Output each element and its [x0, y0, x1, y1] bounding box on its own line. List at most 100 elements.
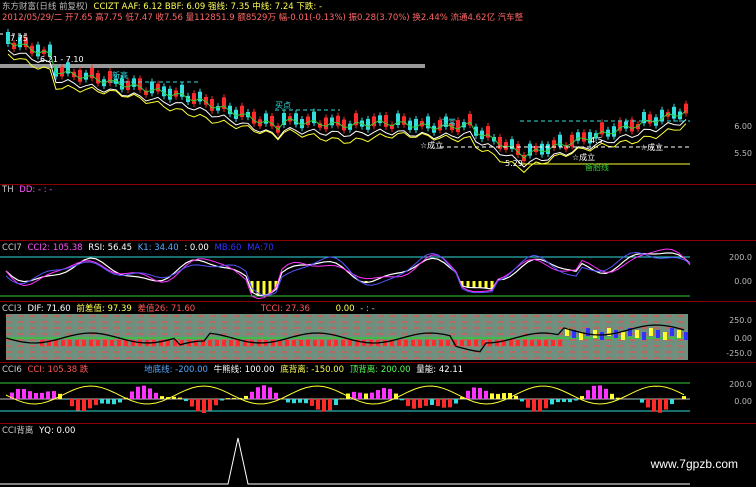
cci6-bar	[28, 391, 32, 399]
cci6-bar	[202, 399, 206, 413]
cci6-bar	[640, 399, 644, 403]
cci6-bar	[352, 391, 356, 399]
cci6-bar	[670, 399, 674, 404]
cci3-blue-bar	[677, 330, 681, 338]
range-label: 6.21 - 7.10	[40, 55, 84, 64]
price-chart-svg[interactable]	[0, 24, 756, 184]
cci6-bar	[16, 388, 20, 399]
cci3-red-bar	[103, 340, 107, 346]
candle-body	[414, 118, 418, 131]
cci6-bar	[334, 399, 338, 405]
cci7-axis-bottom: 0.00	[734, 277, 752, 286]
cci6-bar	[106, 399, 110, 404]
candle-body	[210, 99, 214, 111]
cci6-bar	[496, 393, 500, 399]
cci3-red-bar	[54, 340, 58, 346]
cci6-vol: 量能: 42.11	[416, 365, 464, 375]
annotation-h: ☆成立	[640, 143, 664, 152]
cci6-bar	[586, 390, 590, 399]
candle-body	[156, 83, 160, 92]
candle-body	[240, 105, 244, 118]
cci6-bar	[406, 399, 410, 407]
cci3-red-bar	[313, 340, 317, 346]
cci-divergence-svg[interactable]	[0, 424, 756, 487]
cci3-red-bar	[110, 340, 114, 346]
cci6-bar	[154, 392, 158, 399]
cci6-axis-bottom: 0.00	[734, 397, 752, 406]
cci6-pane[interactable]: CCI6 CCI: 105.38 跌 地底线: -200.00 牛熊线: 100…	[0, 363, 756, 423]
price-chart-pane[interactable]: 7.75 6.21 - 7.10 新高 买点 正常 ☆成立 4.5 5.29 ☆…	[0, 24, 756, 184]
cci3-axis-mid: 0.00	[734, 334, 752, 343]
cci3-red-bar	[460, 340, 464, 346]
cci3-blue-bar	[621, 332, 625, 340]
candle-body	[582, 132, 586, 142]
cci6-bar	[178, 397, 182, 399]
candle-body	[378, 115, 382, 124]
cci7-blue-line	[5, 251, 691, 296]
annotation-c: 正常	[440, 118, 456, 127]
cci6-bar	[322, 399, 326, 412]
cci3-pane[interactable]: CCI3 DIF: 71.60 前差值: 97.39 差值26: 71.60 T…	[0, 302, 756, 362]
cci3-dash: - : -	[360, 304, 375, 314]
cci-divergence-pane[interactable]: CCI背离 YQ: 0.00	[0, 424, 756, 487]
cci6-bar	[184, 399, 188, 402]
cci6-bar	[76, 399, 80, 411]
cci3-blue-bar	[600, 332, 604, 340]
cci7-mb: MB:60	[214, 243, 242, 253]
cci6-bar	[340, 398, 344, 399]
cci3-red-bar	[432, 340, 436, 346]
cci6-bar	[550, 399, 554, 405]
annotation-d: ☆成立	[420, 141, 444, 150]
candle-body	[252, 111, 256, 124]
cci3-dea: 前差值: 97.39	[76, 304, 132, 314]
candle-body	[198, 91, 202, 102]
cci3-red-bar	[215, 340, 219, 346]
cci6-bar	[274, 392, 278, 399]
annotation-f: 5.29	[505, 159, 523, 168]
cci6-bar	[424, 399, 428, 406]
cci6-bar	[478, 387, 482, 399]
cci6-bar	[514, 395, 518, 399]
cci6-bottom: 底背离: -150.00	[280, 365, 345, 375]
cci3-red-bar	[334, 340, 338, 346]
cci6-bar	[430, 399, 434, 405]
cci3-tcci: TCCI: 27.36	[260, 304, 310, 314]
candle-body	[306, 116, 310, 126]
cci6-bar	[190, 399, 194, 407]
cci3-label: CCI3	[2, 304, 22, 314]
cci6-bar	[436, 399, 440, 407]
cci6-bar	[136, 386, 140, 399]
cci7-ma: MA:70	[247, 243, 274, 253]
cci6-bar	[112, 399, 116, 405]
cci3-axis-bottom: -250.0	[726, 349, 752, 358]
cci6-bar	[142, 385, 146, 399]
cci6-bar	[568, 399, 572, 403]
cci3-red-bar	[439, 340, 443, 346]
divergence-spike-line	[0, 437, 690, 485]
cci6-bar	[52, 391, 56, 399]
cci6-bar	[598, 385, 602, 399]
cci3-blue-bar	[663, 332, 667, 340]
cci7-magenta-line	[5, 248, 691, 300]
cci3-red-bar	[96, 340, 100, 346]
cci7-white-line	[5, 252, 691, 297]
cci6-bull: 牛熊线: 100.00	[213, 365, 275, 375]
cci3-blue-bar	[649, 328, 653, 336]
candle-body	[132, 78, 136, 87]
cci3-band	[6, 314, 688, 360]
cci3-red-bar	[89, 340, 93, 346]
cci6-cci: CCI: 105.38 跌	[27, 365, 89, 375]
cci6-bar	[268, 387, 272, 399]
cci6-bar	[580, 396, 584, 399]
th-pane[interactable]: TH DD: - : -	[0, 185, 756, 240]
candle-body	[96, 73, 100, 84]
cci6-bar	[220, 399, 224, 401]
cci7-pane[interactable]: CCI7 CCI2: 105.38 RSI: 56.45 K1: 34.40 :…	[0, 241, 756, 301]
cci6-bar	[160, 396, 164, 399]
cci3-red-bar	[544, 340, 548, 346]
cci6-top: 顶背离: 200.00	[349, 365, 411, 375]
cci6-bar	[442, 399, 446, 408]
candle-body	[570, 134, 574, 147]
candle-body	[192, 93, 196, 104]
cci6-bar	[292, 399, 296, 404]
